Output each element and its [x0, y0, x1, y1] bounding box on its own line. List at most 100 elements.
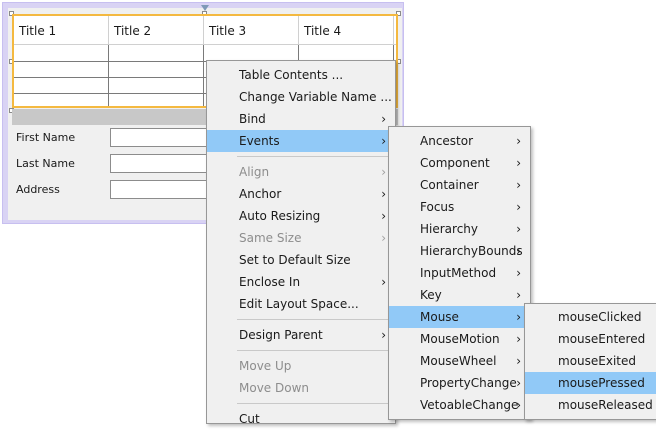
table-cell[interactable] [14, 77, 109, 93]
menu-item-label: HierarchyBounds [420, 244, 523, 258]
menu-item-move-down[interactable]: Move Down [207, 377, 395, 399]
menu-item-cut[interactable]: Cut [207, 408, 395, 430]
table-cell[interactable] [204, 45, 299, 61]
menu-item-label: mouseClicked [558, 310, 642, 324]
menu-separator [237, 350, 393, 351]
menu-item-label: VetoableChange [420, 398, 519, 412]
menu-item-events[interactable]: Events › [207, 130, 395, 152]
menu-item-move-up[interactable]: Move Up [207, 355, 395, 377]
menu-item-label: Anchor [239, 187, 282, 201]
table-cell[interactable] [109, 61, 204, 77]
table-header-cell[interactable]: Title 3 [204, 16, 299, 44]
menu-item-mouse-entered[interactable]: mouseEntered [525, 328, 656, 350]
menu-separator [237, 319, 393, 320]
menu-item-label: Focus [420, 200, 455, 214]
menu-item-property-change[interactable]: PropertyChange › [389, 372, 530, 394]
chevron-right-icon: › [381, 165, 386, 179]
menu-item-label: PropertyChange [420, 376, 517, 390]
menu-item-label: Key [420, 288, 442, 302]
menu-item-edit-layout-space[interactable]: Edit Layout Space... [207, 293, 395, 315]
menu-item-label: Change Variable Name ... [239, 90, 392, 104]
menu-item-label: Container [420, 178, 479, 192]
context-menu: Table Contents ... Change Variable Name … [206, 60, 396, 426]
menu-item-label: Design Parent [239, 328, 323, 342]
menu-item-label: Hierarchy [420, 222, 479, 236]
menu-item-mouse-exited[interactable]: mouseExited [525, 350, 656, 372]
menu-item-label: Component [420, 156, 490, 170]
menu-item-hierarchy[interactable]: Hierarchy › [389, 218, 530, 240]
menu-item-mouse[interactable]: Mouse › [389, 306, 530, 328]
menu-item-label: MouseMotion [420, 332, 500, 346]
chevron-right-icon: › [516, 332, 521, 346]
address-field[interactable] [110, 180, 210, 199]
menu-item-input-method[interactable]: InputMethod › [389, 262, 530, 284]
chevron-right-icon: › [516, 156, 521, 170]
table-cell[interactable] [14, 45, 109, 61]
menu-item-mouse-clicked[interactable]: mouseClicked [525, 306, 656, 328]
menu-item-ancestor[interactable]: Ancestor › [389, 130, 530, 152]
menu-item-mouse-wheel[interactable]: MouseWheel › [389, 350, 530, 372]
chevron-right-icon: › [516, 288, 521, 302]
menu-item-set-default-size[interactable]: Set to Default Size [207, 249, 395, 271]
menu-item-label: Bind [239, 112, 266, 126]
last-name-field[interactable] [110, 154, 210, 173]
last-name-label: Last Name [16, 157, 75, 170]
table-header-row: Title 1 Title 2 Title 3 Title 4 [14, 16, 396, 45]
menu-item-enclose-in[interactable]: Enclose In › [207, 271, 395, 293]
menu-item-label: Events [239, 134, 280, 148]
menu-item-mouse-pressed[interactable]: mousePressed [525, 372, 656, 394]
menu-item-mouse-released[interactable]: mouseReleased [525, 394, 656, 416]
menu-item-align[interactable]: Align › [207, 161, 395, 183]
mouse-submenu: mouseClicked mouseEntered mouseExited mo… [524, 303, 656, 420]
menu-separator [237, 403, 393, 404]
table-cell[interactable] [109, 45, 204, 61]
menu-item-label: Same Size [239, 231, 302, 245]
menu-item-key[interactable]: Key › [389, 284, 530, 306]
menu-item-label: Move Down [239, 381, 309, 395]
menu-item-label: Ancestor [420, 134, 474, 148]
menu-item-label: mouseReleased [558, 398, 653, 412]
menu-item-label: MouseWheel [420, 354, 497, 368]
menu-item-label: Align [239, 165, 270, 179]
table-header-cell[interactable]: Title 1 [14, 16, 109, 44]
menu-item-table-contents[interactable]: Table Contents ... [207, 64, 395, 86]
menu-item-label: mousePressed [558, 376, 645, 390]
chevron-right-icon: › [516, 376, 521, 390]
menu-item-label: mouseExited [558, 354, 636, 368]
menu-item-component[interactable]: Component › [389, 152, 530, 174]
table-header-cell[interactable]: Title 2 [109, 16, 204, 44]
menu-item-label: Set to Default Size [239, 253, 351, 267]
first-name-label: First Name [16, 131, 76, 144]
menu-item-design-parent[interactable]: Design Parent › [207, 324, 395, 346]
chevron-right-icon: › [516, 244, 521, 258]
menu-item-mouse-motion[interactable]: MouseMotion › [389, 328, 530, 350]
menu-item-vetoable-change[interactable]: VetoableChange › [389, 394, 530, 416]
table-cell[interactable] [299, 45, 394, 61]
table-cell[interactable] [14, 61, 109, 77]
menu-item-label: Auto Resizing [239, 209, 321, 223]
menu-item-anchor[interactable]: Anchor › [207, 183, 395, 205]
first-name-field[interactable] [110, 128, 210, 147]
address-label: Address [16, 183, 60, 196]
menu-item-hierarchy-bounds[interactable]: HierarchyBounds › [389, 240, 530, 262]
menu-item-container[interactable]: Container › [389, 174, 530, 196]
chevron-right-icon: › [516, 134, 521, 148]
menu-item-bind[interactable]: Bind › [207, 108, 395, 130]
table-cell[interactable] [109, 77, 204, 93]
table-cell[interactable] [14, 93, 109, 106]
chevron-right-icon: › [381, 231, 386, 245]
menu-item-label: Move Up [239, 359, 292, 373]
chevron-right-icon: › [381, 112, 386, 126]
menu-item-change-variable-name[interactable]: Change Variable Name ... [207, 86, 395, 108]
menu-separator [237, 156, 393, 157]
menu-item-focus[interactable]: Focus › [389, 196, 530, 218]
table-header-cell[interactable]: Title 4 [299, 16, 394, 44]
events-submenu: Ancestor › Component › Container › Focus › H… [388, 126, 531, 420]
chevron-right-icon: › [516, 354, 521, 368]
menu-item-same-size[interactable]: Same Size › [207, 227, 395, 249]
menu-item-label: InputMethod [420, 266, 497, 280]
chevron-right-icon: › [381, 187, 386, 201]
table-cell[interactable] [109, 93, 204, 106]
menu-item-auto-resizing[interactable]: Auto Resizing › [207, 205, 395, 227]
menu-item-label: Enclose In [239, 275, 301, 289]
